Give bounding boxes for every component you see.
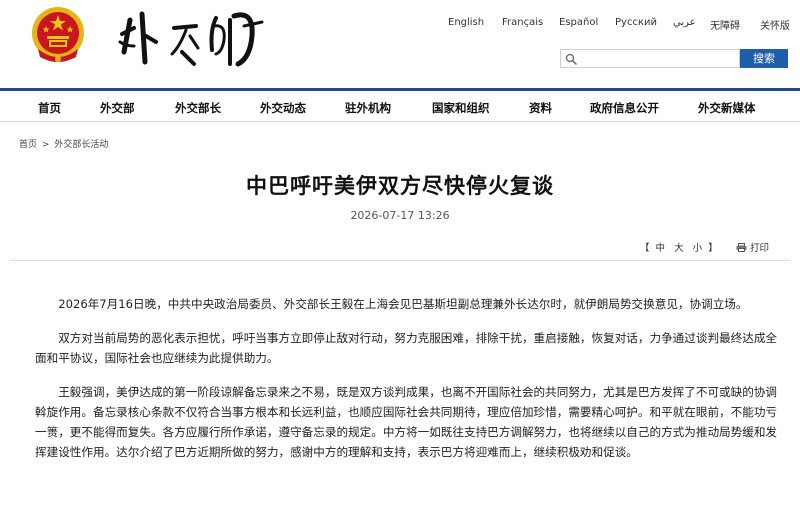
search-field[interactable]: [560, 49, 740, 68]
search-icon: [565, 53, 577, 65]
search-input[interactable]: [579, 51, 737, 66]
nav-item-new-media[interactable]: 外交新媒体: [698, 100, 756, 116]
publish-date: 2026-07-17 13:26: [350, 209, 450, 222]
content-divider: [10, 260, 790, 261]
article-body: 2026年7月16日晚，中共中央政治局委员、外交部长王毅在上海会见巴基斯坦副总理…: [35, 294, 779, 476]
nav-item-ministry[interactable]: 外交部: [100, 100, 135, 116]
lang-link-english[interactable]: English: [448, 17, 484, 28]
font-size-medium-link[interactable]: 中: [656, 240, 666, 254]
print-button[interactable]: 打印: [736, 240, 769, 254]
lang-link-french[interactable]: Français: [502, 17, 543, 28]
language-switcher: English Français Español Русский عربي 无障…: [440, 17, 790, 32]
ministry-calligraphy-logo[interactable]: [112, 6, 267, 72]
elderly-care-link[interactable]: 关怀版: [760, 17, 790, 32]
print-label: 打印: [750, 243, 770, 254]
breadcrumb-home[interactable]: 首页: [19, 137, 37, 150]
page-title: 中巴呼吁美伊双方尽快停火复谈: [246, 174, 554, 198]
font-size-large-link[interactable]: 大: [674, 240, 684, 254]
breadcrumb: 首页 > 外交部长活动: [19, 137, 108, 150]
nav-item-diplomatic-news[interactable]: 外交动态: [260, 100, 306, 116]
printer-icon: [736, 243, 747, 252]
site-header: English Français Español Русский عربي 无障…: [0, 0, 800, 88]
national-emblem-icon[interactable]: [30, 5, 86, 67]
breadcrumb-separator: >: [41, 140, 50, 150]
main-nav: 首页 外交部 外交部长 外交动态 驻外机构 国家和组织 资料 政府信息公开 外交…: [0, 88, 800, 122]
breadcrumb-section[interactable]: 外交部长活动: [54, 137, 108, 150]
article-paragraph: 2026年7月16日晚，中共中央政治局委员、外交部长王毅在上海会见巴基斯坦副总理…: [58, 297, 748, 311]
nav-item-minister[interactable]: 外交部长: [175, 100, 221, 116]
font-size-bracket-close: 】: [708, 243, 718, 254]
nav-item-information-disclosure[interactable]: 政府信息公开: [590, 100, 659, 116]
font-size-bracket-open: 【: [640, 243, 650, 254]
lang-link-spanish[interactable]: Español: [559, 17, 598, 28]
nav-item-missions-abroad[interactable]: 驻外机构: [345, 100, 391, 116]
font-size-small-link[interactable]: 小: [693, 240, 703, 254]
lang-link-arabic[interactable]: عربي: [673, 17, 696, 28]
accessibility-link[interactable]: 无障碍: [710, 17, 740, 32]
nav-item-resources[interactable]: 资料: [529, 100, 552, 116]
font-size-controls: 【 中 大 小 】: [640, 240, 718, 254]
lang-link-russian[interactable]: Русский: [615, 17, 657, 28]
article-paragraph: 双方对当前局势的恶化表示担忧，呼吁当事方立即停止敌对行动，努力克服困难，排除干扰…: [35, 331, 778, 365]
search-button[interactable]: 搜索: [740, 49, 788, 68]
article-paragraph: 王毅强调，美伊达成的第一阶段谅解备忘录来之不易，既是双方谈判成果，也离不开国际社…: [35, 385, 778, 459]
nav-item-home[interactable]: 首页: [38, 100, 61, 116]
nav-item-countries-organizations[interactable]: 国家和组织: [432, 100, 490, 116]
